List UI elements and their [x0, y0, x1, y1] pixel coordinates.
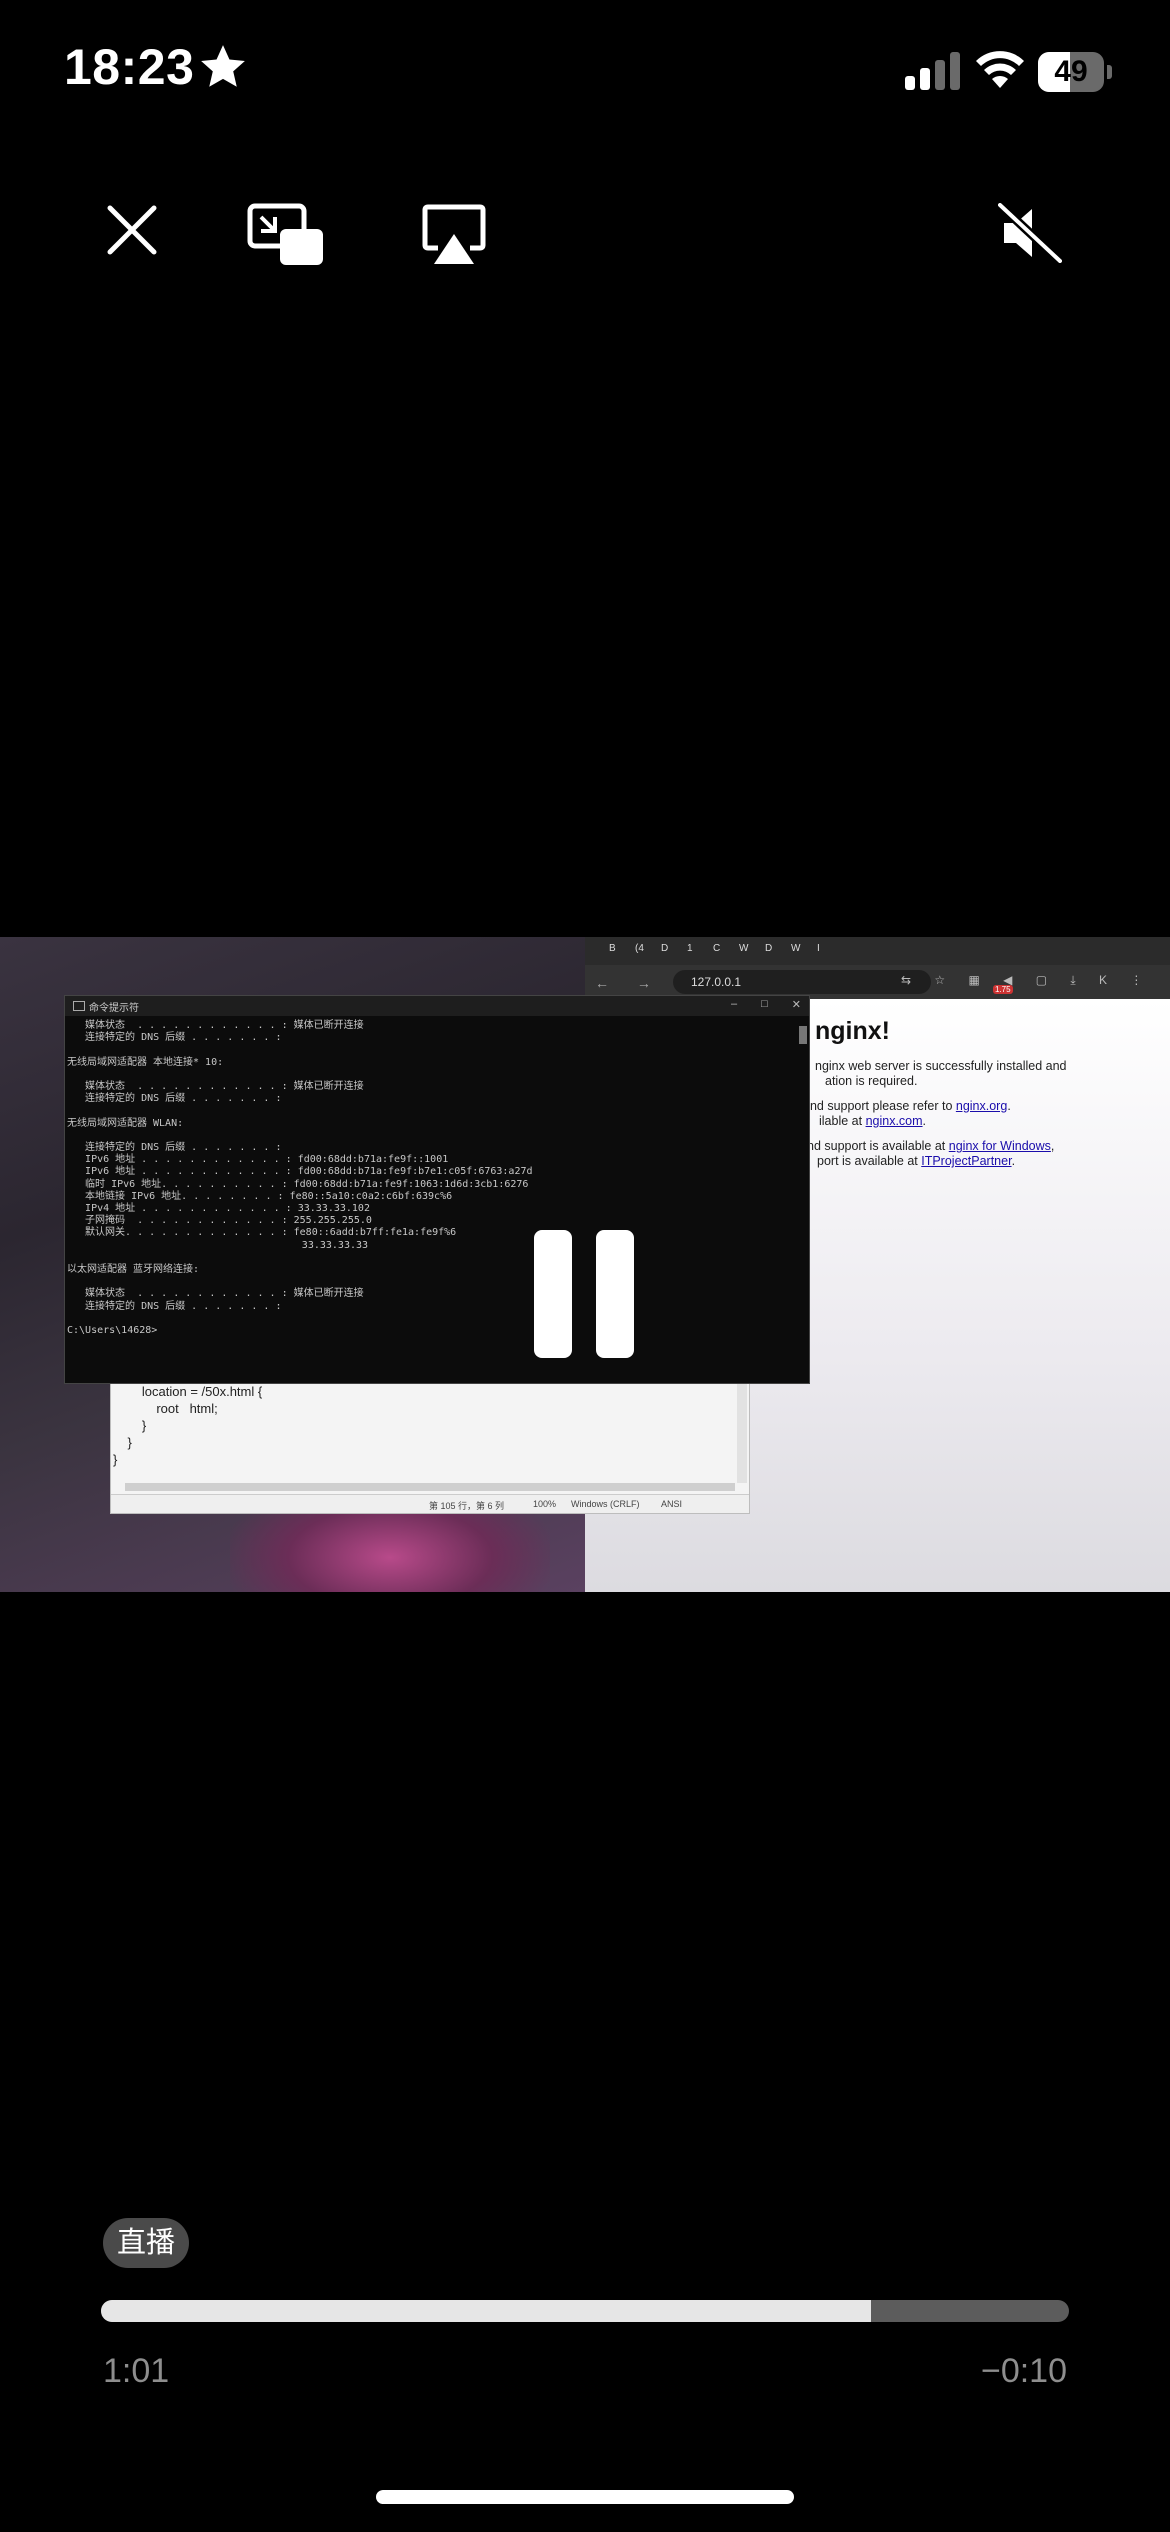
- nginx-line-5: nd support is available at: [807, 1139, 949, 1153]
- nginx-line-4-end: .: [922, 1114, 927, 1128]
- nginx-windows-link: nginx for Windows: [948, 1139, 1051, 1153]
- cmd-title: 命令提示符: [89, 1002, 139, 1014]
- speaker-muted-icon: [998, 203, 1062, 263]
- cmd-scrollbar: [799, 1026, 807, 1044]
- browser-tab: W: [739, 943, 749, 954]
- nginx-line-5-end: ,: [1050, 1139, 1055, 1153]
- browser-tab: D: [661, 943, 669, 954]
- picture-in-picture-button[interactable]: [246, 195, 326, 275]
- notepad-text: location = /50x.html { root html; } } }: [113, 1384, 263, 1467]
- notepad-horizontal-scrollbar: [125, 1483, 735, 1491]
- notepad-zoom: 100%: [533, 1499, 557, 1509]
- battery-indicator: 49: [1038, 52, 1114, 92]
- nginx-line-6-end: .: [1011, 1154, 1016, 1168]
- notepad-status-bar: 第 105 行，第 6 列 100% Windows (CRLF) ANSI: [111, 1494, 749, 1513]
- browser-tab: I: [817, 943, 820, 954]
- itprojectpartner-link: ITProjectPartner: [921, 1154, 1012, 1168]
- nginx-line-3-end: .: [1007, 1099, 1011, 1113]
- nginx-line-1: nginx web server is successfully install…: [815, 1059, 1067, 1073]
- browser-tab: B: [609, 943, 616, 954]
- battery-percent: 49: [1054, 55, 1088, 88]
- notepad-cursor-position: 第 105 行，第 6 列: [429, 1501, 505, 1511]
- live-badge: 直播: [103, 2218, 190, 2268]
- cmd-maximize-icon: □: [761, 998, 768, 1010]
- nginx-org-link: nginx.org: [955, 1099, 1008, 1113]
- cmd-close-icon: ✕: [791, 999, 801, 1011]
- browser-tab-strip: B (4 D 1 C W D W I: [585, 937, 1170, 965]
- status-time: 18:23: [64, 39, 195, 95]
- cmd-output: 媒体状态 . . . . . . . . . . . . : 媒体已断开连接 连…: [67, 1020, 533, 1337]
- airplay-button[interactable]: [414, 195, 494, 275]
- playback-progress-fill: [101, 2300, 871, 2322]
- browser-tab: W: [791, 943, 801, 954]
- browser-tab: C: [713, 943, 721, 954]
- close-icon: [107, 205, 157, 255]
- cmd-titlebar: 命令提示符 – □ ✕: [65, 996, 809, 1016]
- browser-address-field: 127.0.0.1: [673, 970, 931, 994]
- nginx-line-6: port is available at: [817, 1154, 922, 1168]
- close-button[interactable]: [92, 190, 172, 270]
- extension-badge: 1.75: [993, 985, 1013, 994]
- browser-tab: (4: [635, 943, 644, 954]
- pause-icon-bar: [596, 1230, 634, 1358]
- notepad-scrollbar: [737, 1383, 747, 1483]
- cmd-icon: [73, 1001, 85, 1011]
- nginx-line-3: and support please refer to: [803, 1099, 956, 1113]
- notepad-encoding: ANSI: [661, 1499, 683, 1509]
- star-icon: [201, 45, 245, 87]
- cmd-minimize-icon: –: [731, 998, 738, 1010]
- mute-button[interactable]: [990, 193, 1070, 273]
- notepad-line-ending: Windows (CRLF): [571, 1499, 640, 1509]
- command-prompt-window: 命令提示符 – □ ✕ 媒体状态 . . . . . . . . . . . .…: [64, 995, 810, 1384]
- browser-tab: D: [765, 943, 773, 954]
- elapsed-time: 1:01: [103, 2352, 170, 2390]
- home-indicator[interactable]: [376, 2490, 794, 2504]
- wifi-icon: [976, 51, 1024, 88]
- nginx-com-link: nginx.com: [865, 1114, 923, 1128]
- playback-scrubber[interactable]: [101, 2300, 1069, 2322]
- browser-extension-icons: ⇆ ☆ ▦ ◀ ▢ ⤓ K ⋮: [901, 973, 1153, 987]
- notepad-window: location = /50x.html { root html; } } } …: [110, 1382, 750, 1514]
- nginx-heading: nginx!: [815, 1017, 890, 1045]
- browser-tab: 1: [687, 943, 693, 954]
- remaining-time: −0:10: [980, 2352, 1067, 2390]
- cellular-signal-icon: [905, 52, 960, 90]
- browser-toolbar: ← → ⟳ ⓘ 127.0.0.1 ⇆ ☆ ▦ ◀ ▢ ⤓ K ⋮ 1.75: [585, 965, 1170, 999]
- pause-icon: [534, 1230, 572, 1358]
- nginx-line-2: ation is required.: [825, 1074, 918, 1088]
- pause-button[interactable]: [534, 1230, 634, 1358]
- nginx-line-4: ilable at: [819, 1114, 866, 1128]
- picture-in-picture-icon: [247, 203, 323, 265]
- airplay-icon: [422, 204, 486, 264]
